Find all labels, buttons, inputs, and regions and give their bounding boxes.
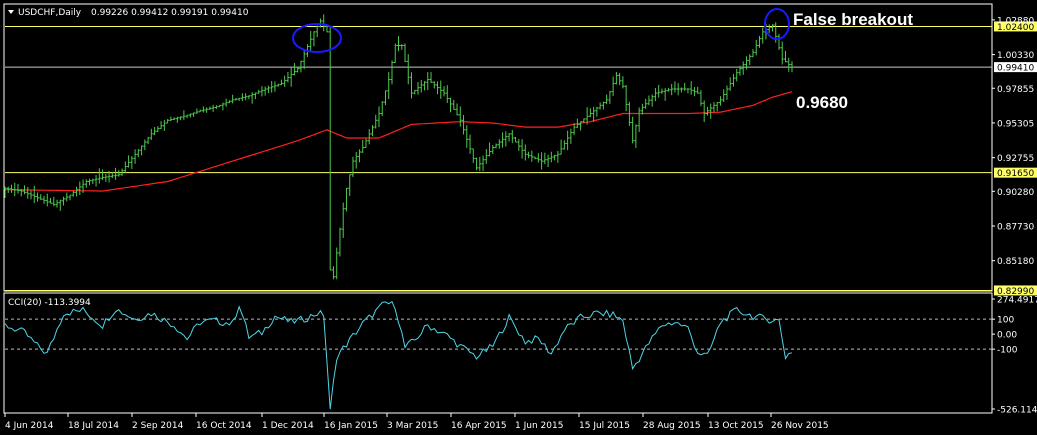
time-axis-label: 28 Aug 2015: [643, 421, 701, 431]
price-axis-label: 0.90280: [997, 188, 1034, 198]
cci-axis-label: -100: [997, 346, 1018, 356]
time-axis-label: 16 Oct 2014: [196, 421, 252, 431]
cci-indicator-label: CCI(20) -113.3994: [8, 298, 91, 308]
symbol-label: USDCHF,Daily: [18, 8, 82, 18]
ma-level-annotation: 0.9680: [796, 93, 848, 112]
price-axis-label: 0.87730: [997, 222, 1034, 232]
false-breakout-annotation: False breakout: [793, 10, 913, 29]
price-axis-label: 0.92755: [997, 154, 1034, 164]
chart-canvas: 1.024000.994100.916500.829901.028801.003…: [3, 3, 1037, 431]
time-axis-label: 16 Apr 2015: [451, 421, 507, 431]
time-axis-label: 15 Jul 2015: [579, 421, 630, 431]
time-axis-label: 1 Dec 2014: [262, 421, 314, 431]
ohlc-values: 0.99226 0.99412 0.99191 0.99410: [91, 8, 249, 18]
price-level-tag-label: 0.99410: [997, 64, 1034, 74]
cci-panel: [3, 292, 993, 414]
time-axis-label: 16 Jan 2015: [324, 421, 378, 431]
time-axis-label: 26 Nov 2015: [771, 421, 829, 431]
chart-header: USDCHF,Daily 0.99226 0.99412 0.99191 0.9…: [8, 8, 249, 18]
price-axis: 1.024000.994100.916500.829901.028801.003…: [992, 16, 1037, 297]
time-axis-label: 13 Oct 2015: [708, 421, 764, 431]
main-panel-frame: [3, 3, 993, 292]
time-axis: 4 Jun 2014 18 Jul 2014 2 Sep 2014 16 Oct 20…: [4, 413, 829, 431]
cci-axis-label: 100: [997, 316, 1014, 326]
price-axis-label: 0.97855: [997, 85, 1034, 95]
price-axis-label: 0.85180: [997, 257, 1034, 267]
time-axis-label: 18 Jul 2014: [68, 421, 119, 431]
time-axis-label: 4 Jun 2014: [5, 421, 54, 431]
price-axis-label: 0.95305: [997, 119, 1034, 129]
main-price-panel: [3, 3, 993, 292]
price-axis-label: 1.00330: [997, 51, 1034, 61]
time-axis-label: 2 Sep 2014: [132, 421, 184, 431]
price-axis-label: 1.02880: [997, 16, 1034, 26]
cci-panel-frame: [3, 292, 993, 414]
price-level-tag-label: 0.91650: [997, 169, 1034, 179]
cci-axis: 274.4917 100 0.00 -100 -526.1143: [992, 296, 1037, 416]
cci-axis-label: -526.1143: [997, 406, 1037, 416]
cci-axis-label: 0.00: [997, 331, 1017, 341]
time-axis-label: 1 Jun 2015: [515, 421, 563, 431]
time-axis-label: 3 Mar 2015: [387, 421, 438, 431]
cci-axis-label: 274.4917: [997, 296, 1037, 306]
